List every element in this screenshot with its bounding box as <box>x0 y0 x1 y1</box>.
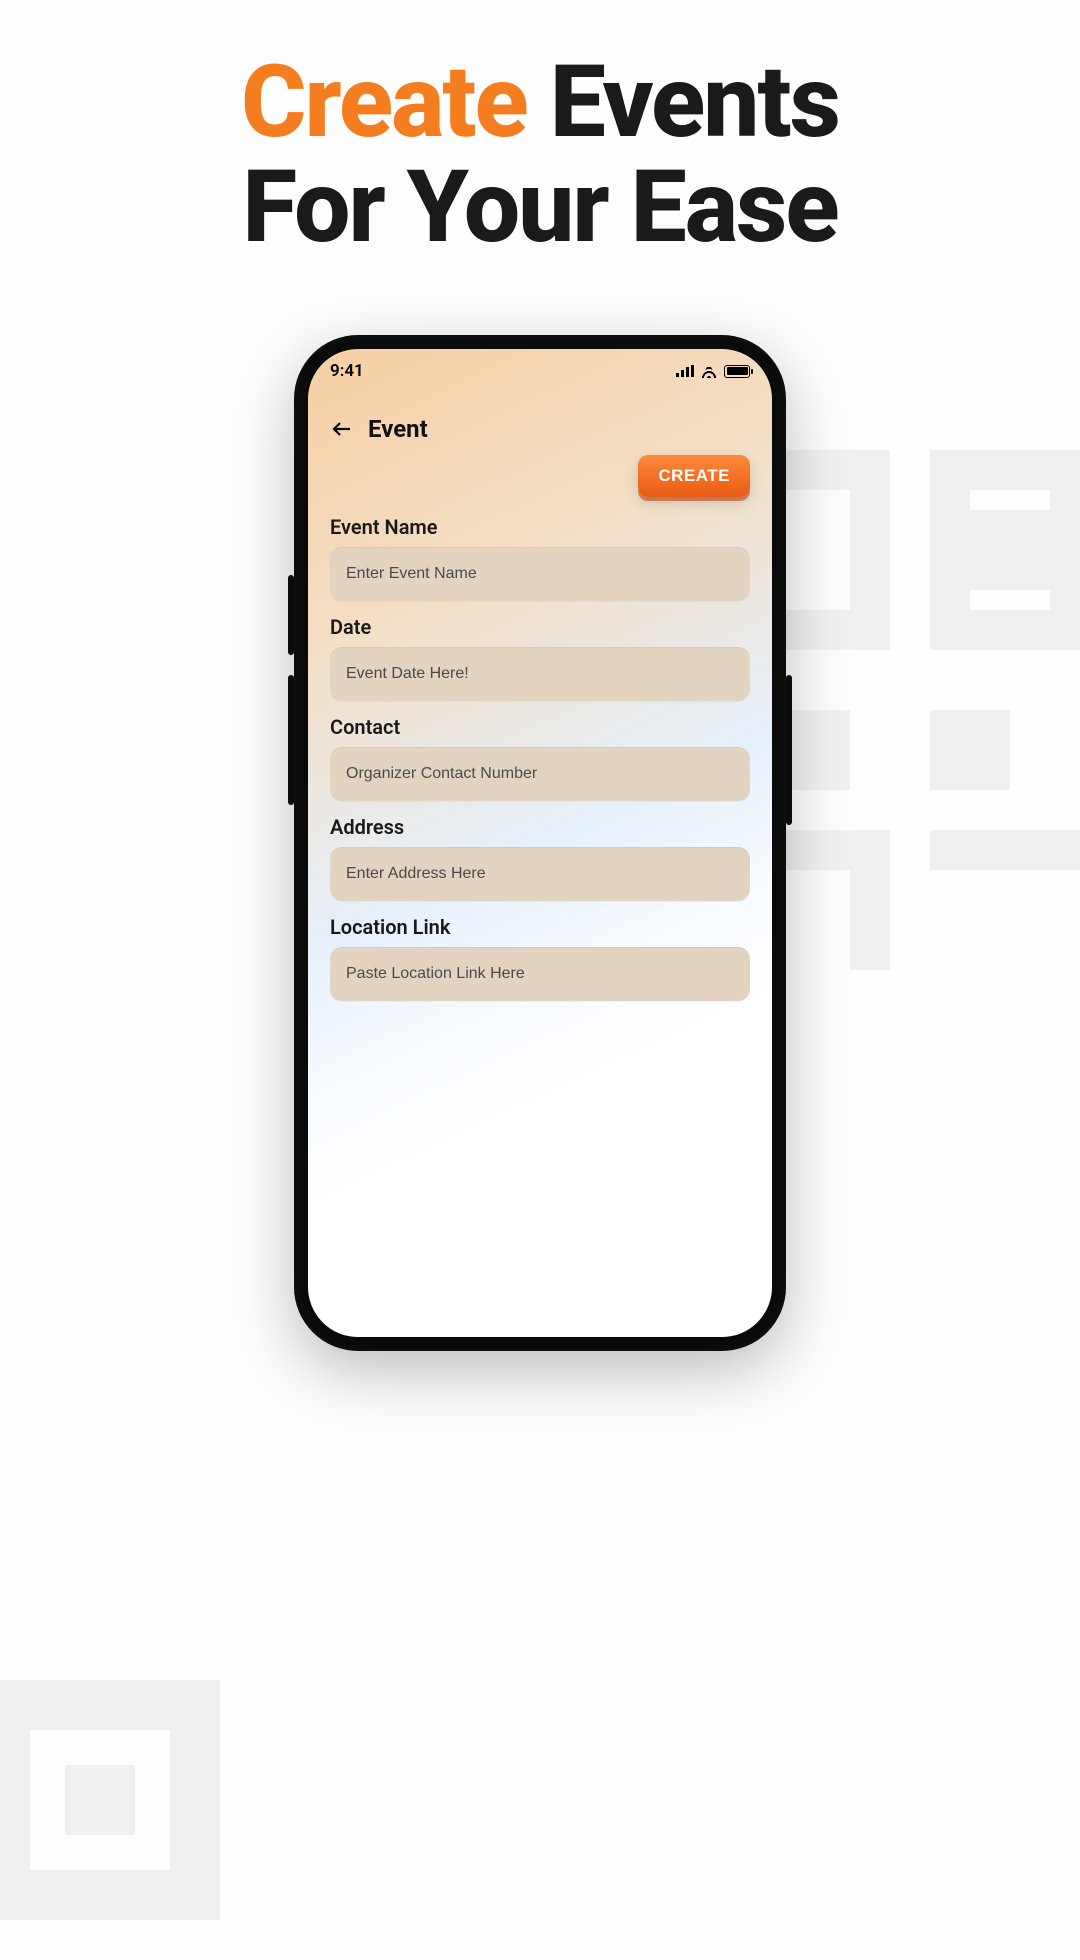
address-input[interactable] <box>330 847 750 901</box>
location-link-label: Location Link <box>330 915 750 939</box>
status-time: 9:41 <box>330 361 364 381</box>
date-input[interactable] <box>330 647 750 701</box>
page-title: Event <box>368 415 428 443</box>
wifi-icon <box>700 364 718 378</box>
status-bar: 9:41 <box>308 349 772 393</box>
contact-label: Contact <box>330 715 750 739</box>
headline-accent-word: Create <box>241 44 527 161</box>
headline-word: Events <box>550 44 839 161</box>
app-header: Event <box>308 393 772 449</box>
address-label: Address <box>330 815 750 839</box>
status-icons <box>676 364 750 378</box>
headline-line2: For Your Ease <box>242 149 837 266</box>
phone-mockup: 9:41 Event CREATE Event Name Date <box>294 335 786 1351</box>
phone-screen: 9:41 Event CREATE Event Name Date <box>308 349 772 1337</box>
contact-input[interactable] <box>330 747 750 801</box>
battery-icon <box>724 365 750 378</box>
cellular-signal-icon <box>676 365 694 377</box>
qr-decoration-bottom-left <box>0 1680 260 1960</box>
event-name-input[interactable] <box>330 547 750 601</box>
marketing-headline: Create Events For Your Ease <box>0 0 1080 260</box>
event-name-label: Event Name <box>330 515 750 539</box>
back-button[interactable] <box>328 415 356 443</box>
date-label: Date <box>330 615 750 639</box>
arrow-left-icon <box>330 417 354 441</box>
event-form: Event Name Date Contact Address Location… <box>308 507 772 1023</box>
location-link-input[interactable] <box>330 947 750 1001</box>
create-button[interactable]: CREATE <box>638 455 750 497</box>
